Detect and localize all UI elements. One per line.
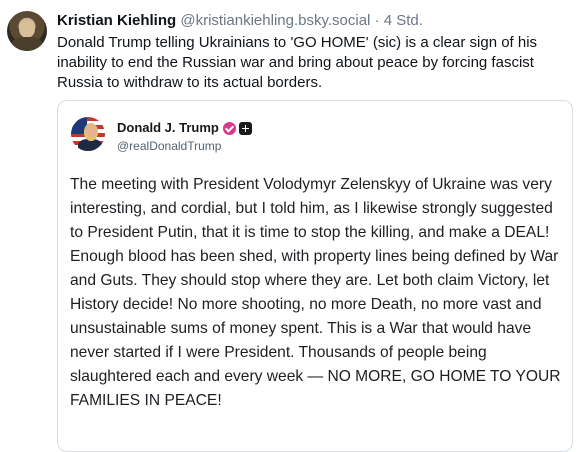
- avatar-face: [19, 20, 35, 38]
- quoted-post-text: The meeting with President Volodymyr Zel…: [70, 176, 561, 409]
- author-name[interactable]: Kristian Kiehling: [57, 12, 176, 29]
- post: Kristian Kiehling @kristiankiehling.bsky…: [0, 0, 584, 452]
- avatar-head: [84, 123, 98, 141]
- post-text: Donald Trump telling Ukrainians to 'GO H…: [57, 34, 538, 91]
- plus-icon: [238, 121, 252, 135]
- post-header: Kristian Kiehling @kristiankiehling.bsky…: [57, 11, 423, 30]
- quoted-author-handle[interactable]: @realDonaldTrump: [117, 138, 221, 154]
- header-separator: ·: [374, 12, 380, 29]
- quoted-post-card[interactable]: Donald J. Trump @realDonaldTrump The mee…: [57, 100, 573, 452]
- avatar-body: [11, 37, 43, 51]
- post-timestamp[interactable]: 4 Std.: [384, 12, 423, 29]
- quoted-author-avatar[interactable]: [71, 117, 105, 151]
- verified-icon: [222, 121, 236, 135]
- author-avatar[interactable]: [7, 11, 47, 51]
- quoted-author-row: Donald J. Trump: [117, 120, 252, 136]
- quoted-author-name[interactable]: Donald J. Trump: [117, 120, 219, 136]
- author-handle[interactable]: @kristiankiehling.bsky.social: [180, 12, 370, 29]
